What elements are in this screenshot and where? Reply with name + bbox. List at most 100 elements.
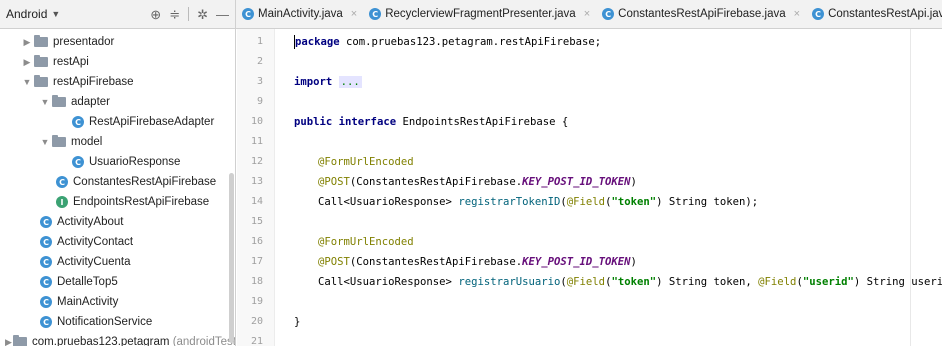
line-number: 19 [250, 296, 263, 307]
code-text: ) String userid; [853, 276, 942, 288]
tree-item-restapi[interactable]: ▶ restApi [0, 52, 235, 72]
method-name: registrarUsuario [458, 276, 561, 288]
line-number: 10 [250, 116, 263, 127]
tab-mainactivity[interactable]: C MainActivity.java × [236, 0, 363, 29]
class-icon: C [40, 296, 52, 308]
tab-constantesrestapifirebase[interactable]: C ConstantesRestApiFirebase.java × [596, 0, 806, 29]
annotation: @FormUrlEncoded [318, 156, 414, 168]
interface-icon: I [56, 196, 68, 208]
annotation: @Field [566, 196, 606, 208]
tab-recyclerviewfragmentpresenter[interactable]: C RecyclerviewFragmentPresenter.java × [363, 0, 596, 29]
tab-label: ConstantesRestApiFirebase.java [618, 8, 786, 20]
line-number: 20 [250, 316, 263, 327]
tree-item-detalletop5[interactable]: C DetalleTop5 [0, 272, 235, 292]
line-number: 16 [250, 236, 263, 247]
code-line: import ... [294, 72, 362, 92]
code-text: Call<UsuarioResponse> [318, 276, 459, 288]
code-text: ) String token, [656, 276, 759, 288]
tree-item-activitycuenta[interactable]: C ActivityCuenta [0, 252, 235, 272]
folder-icon [34, 35, 48, 47]
class-icon: C [40, 216, 52, 228]
tree-item-adapter[interactable]: ▼ adapter [0, 92, 235, 112]
close-icon[interactable]: × [584, 8, 590, 20]
tree-item-activitycontact[interactable]: C ActivityContact [0, 232, 235, 252]
code-editor[interactable]: package com.pruebas123.petagram.restApiF… [276, 29, 942, 346]
tree-item-label: DetalleTop5 [57, 276, 118, 288]
tree-item-constantesrestapifirebase[interactable]: C ConstantesRestApiFirebase [0, 172, 235, 192]
code-text: ) String token); [656, 196, 759, 208]
line-number: 21 [250, 336, 263, 346]
keyword: interface [338, 116, 397, 128]
globe-icon[interactable]: ⊕ [150, 8, 161, 21]
tree-item-label: NotificationService [57, 316, 153, 328]
code-line: public interface EndpointsRestApiFirebas… [294, 112, 568, 132]
tree-item-activityabout[interactable]: C ActivityAbout [0, 212, 235, 232]
tree-item-restapifirebase[interactable]: ▼ restApiFirebase [0, 72, 235, 92]
code-line: @POST(ConstantesRestApiFirebase.KEY_POST… [318, 172, 637, 192]
annotation: @Field [758, 276, 797, 288]
tree-item-notificationservice[interactable]: C NotificationService [0, 312, 235, 332]
tree-item-label: UsuarioResponse [89, 156, 181, 168]
tree-item-restapifirebaseadapter[interactable]: C RestApiFirebaseAdapter [0, 112, 235, 132]
code-text: Call<UsuarioResponse> [318, 196, 459, 208]
code-text: (ConstantesRestApiFirebase. [349, 176, 523, 188]
line-number: 11 [250, 136, 263, 147]
constant: KEY_POST_ID_TOKEN [522, 256, 631, 268]
tree-item-model[interactable]: ▼ model [0, 132, 235, 152]
tree-item-suffix: (androidTest [172, 336, 236, 346]
interface-declaration: EndpointsRestApiFirebase { [396, 116, 569, 128]
folder-icon [13, 335, 28, 346]
line-number: 3 [256, 76, 263, 87]
chevron-down-icon[interactable]: ▼ [38, 97, 52, 107]
chevron-down-icon: ▼ [51, 9, 61, 19]
tree-item-label: restApi [53, 56, 89, 68]
project-view-selector[interactable]: Android ▼ [6, 7, 60, 21]
chevron-right-icon[interactable]: ▶ [4, 337, 13, 346]
tree-item-label: model [71, 136, 103, 148]
project-view-label: Android [6, 7, 48, 21]
editor-tabs: C MainActivity.java × C RecyclerviewFrag… [236, 0, 942, 29]
code-line: } [294, 312, 300, 332]
keyword: package [295, 36, 340, 48]
class-icon: C [812, 8, 825, 20]
folder-icon [34, 75, 48, 87]
code-line: Call<UsuarioResponse> registrarUsuario(@… [318, 272, 942, 292]
tree-item-mainactivity[interactable]: C MainActivity [0, 292, 235, 312]
project-tree: ▶ presentador ▶ restApi ▼ restApiFirebase ▼… [0, 29, 236, 346]
line-number-gutter: 1 2 3 9 10 11 12 13 14 15 16 17 18 19 20… [237, 29, 275, 346]
hide-icon[interactable]: — [216, 8, 229, 21]
tab-constantesrestapi[interactable]: C ConstantesRestApi.java × [806, 0, 942, 29]
code-text: (ConstantesRestApiFirebase. [349, 256, 523, 268]
tree-item-usuarioresponse[interactable]: C UsuarioResponse [0, 152, 235, 172]
tab-label: RecyclerviewFragmentPresenter.java [385, 8, 576, 20]
code-line: Call<UsuarioResponse> registrarTokenID(@… [318, 196, 759, 208]
divider [188, 7, 190, 21]
class-icon: C [602, 8, 615, 20]
tree-item-androidtest[interactable]: ▶ com.pruebas123.petagram (androidTest [0, 332, 236, 346]
tree-item-label: ConstantesRestApiFirebase [73, 176, 217, 188]
tree-item-presentador[interactable]: ▶ presentador [0, 32, 235, 52]
class-icon: C [40, 256, 52, 268]
annotation: @FormUrlEncoded [318, 236, 414, 248]
keyword: public [294, 116, 333, 128]
tab-label: ConstantesRestApi.java [828, 8, 942, 20]
tree-item-endpointsrestapifirebase[interactable]: I EndpointsRestApiFirebase [0, 192, 235, 212]
settings-icon[interactable]: ✲ [197, 8, 208, 21]
line-number: 1 [256, 36, 263, 47]
class-icon: C [56, 176, 68, 188]
collapse-icon[interactable]: ≑ [169, 8, 180, 21]
folder-icon [52, 135, 66, 147]
chevron-right-icon[interactable]: ▶ [20, 57, 34, 68]
close-icon[interactable]: × [351, 8, 357, 20]
folded-imports[interactable]: ... [338, 76, 362, 88]
close-icon[interactable]: × [794, 8, 800, 20]
class-icon: C [72, 156, 84, 168]
code-line: package com.pruebas123.petagram.restApiF… [294, 32, 601, 52]
code-line: @POST(ConstantesRestApiFirebase.KEY_POST… [318, 252, 637, 272]
chevron-down-icon[interactable]: ▼ [38, 137, 52, 147]
chevron-right-icon[interactable]: ▶ [20, 37, 34, 48]
scrollbar[interactable] [229, 173, 234, 343]
line-number: 15 [250, 216, 263, 227]
chevron-down-icon[interactable]: ▼ [20, 77, 34, 87]
tree-item-label: adapter [71, 96, 111, 108]
